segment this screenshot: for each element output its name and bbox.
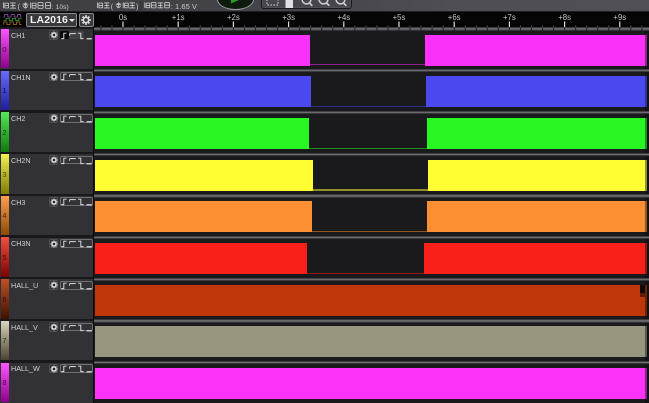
svg-text:+9s: +9s (613, 13, 626, 22)
svg-text:+1s: +1s (172, 13, 185, 22)
svg-text:0s: 0s (119, 13, 127, 22)
svg-text:+2s: +2s (227, 13, 240, 22)
svg-text:+7s: +7s (503, 13, 516, 22)
svg-text:+3s: +3s (282, 13, 295, 22)
svg-text:(: ( (18, 2, 21, 11)
svg-text:: 10s): : 10s) (52, 4, 69, 11)
svg-text:+6s: +6s (448, 13, 461, 22)
svg-text:+4s: +4s (337, 13, 350, 22)
svg-text:: 1.65 V: : 1.65 V (171, 2, 198, 11)
svg-text:+8s: +8s (558, 13, 571, 22)
svg-text:): ) (136, 2, 138, 11)
svg-text:(: ( (111, 2, 114, 11)
svg-text:+5s: +5s (393, 13, 406, 22)
